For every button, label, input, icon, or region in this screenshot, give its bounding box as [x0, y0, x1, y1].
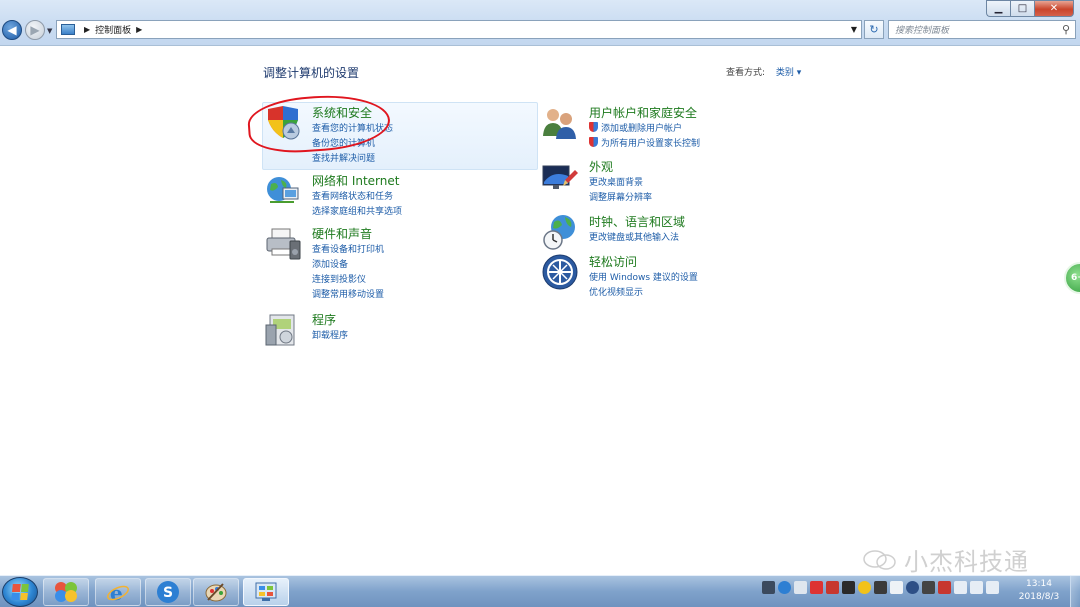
link-screen-resolution[interactable]: 调整屏幕分辨率 — [589, 190, 652, 203]
arrow-left-icon: ◀ — [7, 23, 17, 37]
back-button[interactable]: ◀ — [2, 20, 22, 40]
link-connect-projector[interactable]: 连接到投影仪 — [312, 272, 366, 285]
taskbar-clock[interactable]: 13:14 2018/8/3 — [1012, 578, 1066, 604]
minimize-button[interactable]: ▁ — [986, 0, 1010, 17]
clock-time: 13:14 — [1026, 579, 1052, 589]
control-panel-icon — [255, 582, 277, 601]
window-controls: ▁ □ ✕ — [986, 0, 1074, 17]
address-bar[interactable]: ▶ 控制面板 ▶ ▼ — [56, 20, 862, 39]
programs-icon — [265, 314, 295, 346]
refresh-button[interactable]: ↻ — [864, 20, 884, 39]
page-title: 调整计算机的设置 — [263, 66, 360, 80]
link-uninstall-program[interactable]: 卸载程序 — [312, 328, 348, 341]
search-placeholder: 搜索控制面板 — [895, 26, 950, 36]
windows-logo-icon — [11, 584, 29, 600]
window-titlebar: ▁ □ ✕ ◀ ▶ ▼ ▶ 控制面板 ▶ ▼ ↻ 搜索控制面板 ⚲ — [0, 0, 1080, 46]
view-by-dropdown[interactable]: 类别 ▾ — [776, 68, 801, 78]
ease-of-access-icon — [542, 254, 578, 290]
breadcrumb-control-panel[interactable]: 控制面板 — [95, 23, 131, 36]
keyboard-tray-icon[interactable] — [762, 581, 775, 594]
category-title-hardware-sound[interactable]: 硬件和声音 — [312, 225, 372, 242]
link-add-remove-accounts[interactable]: 添加或删除用户帐户 — [589, 121, 682, 134]
security-tray-icon[interactable] — [858, 581, 871, 594]
uac-shield-icon — [589, 137, 598, 147]
control-panel-content: 调整计算机的设置 查看方式: 类别 ▾ — [0, 47, 1080, 575]
uac-shield-icon — [589, 122, 598, 132]
appearance-icon — [542, 165, 578, 189]
recent-pages-dropdown[interactable]: ▼ — [47, 27, 52, 35]
taskbar-app-control-panel[interactable] — [243, 578, 289, 606]
category-title-network-internet[interactable]: 网络和 Internet — [312, 172, 399, 189]
volume-icon[interactable] — [986, 581, 999, 594]
link-change-desktop-background[interactable]: 更改桌面背景 — [589, 175, 643, 188]
search-icon[interactable]: ⚲ — [1062, 23, 1070, 36]
address-dropdown-icon[interactable]: ▼ — [851, 25, 857, 34]
view-by: 查看方式: 类别 ▾ — [726, 65, 801, 78]
maximize-button[interactable]: □ — [1010, 0, 1034, 17]
chevron-right-icon[interactable]: ▶ — [136, 25, 142, 34]
network-signal-icon[interactable] — [970, 581, 983, 594]
printer-icon — [266, 228, 301, 260]
start-button[interactable] — [2, 577, 38, 607]
taskbar-app-ie[interactable]: e — [95, 578, 141, 606]
app-tray-icon[interactable] — [874, 581, 887, 594]
clock-date: 2018/8/3 — [1018, 592, 1060, 602]
link-parental-controls[interactable]: 为所有用户设置家长控制 — [589, 136, 700, 149]
globe-clock-icon — [543, 215, 575, 250]
flag-tray-icon[interactable] — [954, 581, 967, 594]
notes-tray-icon[interactable] — [794, 581, 807, 594]
wechat-icon — [863, 549, 896, 570]
svg-text:e: e — [110, 581, 123, 604]
taskbar-app-360[interactable] — [43, 578, 89, 606]
arrow-right-icon: ▶ — [30, 23, 40, 37]
paint-palette-icon — [205, 583, 227, 602]
forward-button[interactable]: ▶ — [25, 20, 45, 40]
category-title-clock-language-region[interactable]: 时钟、语言和区域 — [589, 213, 685, 230]
link-find-fix-problems[interactable]: 查找并解决问题 — [312, 151, 375, 164]
category-title-appearance[interactable]: 外观 — [589, 158, 613, 175]
display-tray-icon[interactable] — [890, 581, 903, 594]
network-globe-icon — [267, 177, 299, 203]
category-title-ease-of-access[interactable]: 轻松访问 — [589, 253, 637, 270]
app-tray-icon[interactable] — [810, 581, 823, 594]
link-change-keyboards[interactable]: 更改键盘或其他输入法 — [589, 230, 679, 243]
link-add-device[interactable]: 添加设备 — [312, 257, 348, 270]
watermark-text: 小杰科技通 — [904, 548, 1029, 576]
close-button[interactable]: ✕ — [1034, 0, 1074, 17]
link-windows-suggested-settings[interactable]: 使用 Windows 建议的设置 — [589, 270, 698, 283]
taskbar-app-paint[interactable] — [193, 578, 239, 606]
search-input[interactable]: 搜索控制面板 ⚲ — [888, 20, 1076, 39]
app-tray-icon[interactable] — [922, 581, 935, 594]
users-icon — [543, 109, 576, 139]
bluetooth-tray-icon[interactable] — [906, 581, 919, 594]
refresh-icon: ↻ — [869, 23, 879, 36]
link-optimize-visual-display[interactable]: 优化视频显示 — [589, 285, 643, 298]
help-tray-icon[interactable] — [778, 581, 791, 594]
chevron-right-icon[interactable]: ▶ — [84, 25, 90, 34]
link-view-network-status[interactable]: 查看网络状态和任务 — [312, 189, 393, 202]
app-tray-icon[interactable] — [826, 581, 839, 594]
category-title-user-accounts[interactable]: 用户帐户和家庭安全 — [589, 104, 697, 121]
control-panel-icon — [61, 24, 75, 35]
show-desktop-button[interactable] — [1070, 576, 1080, 607]
app-tray-icon[interactable] — [842, 581, 855, 594]
system-tray — [762, 581, 999, 594]
app-tray-icon[interactable] — [938, 581, 951, 594]
sogou-icon: S — [157, 581, 179, 603]
category-title-programs[interactable]: 程序 — [312, 311, 336, 328]
view-by-label: 查看方式: — [726, 68, 766, 78]
svg-text:S: S — [163, 585, 173, 601]
taskbar-app-sogou[interactable]: S — [145, 578, 191, 606]
app-logo-icon — [55, 582, 77, 602]
link-homegroup-sharing[interactable]: 选择家庭组和共享选项 — [312, 204, 402, 217]
link-devices-printers[interactable]: 查看设备和打印机 — [312, 242, 384, 255]
link-mobility-settings[interactable]: 调整常用移动设置 — [312, 287, 384, 300]
watermark: 小杰科技通 — [862, 542, 1029, 577]
taskbar: e S 13:14 2018/8/3 — [0, 575, 1080, 607]
internet-explorer-icon: e — [107, 581, 129, 604]
